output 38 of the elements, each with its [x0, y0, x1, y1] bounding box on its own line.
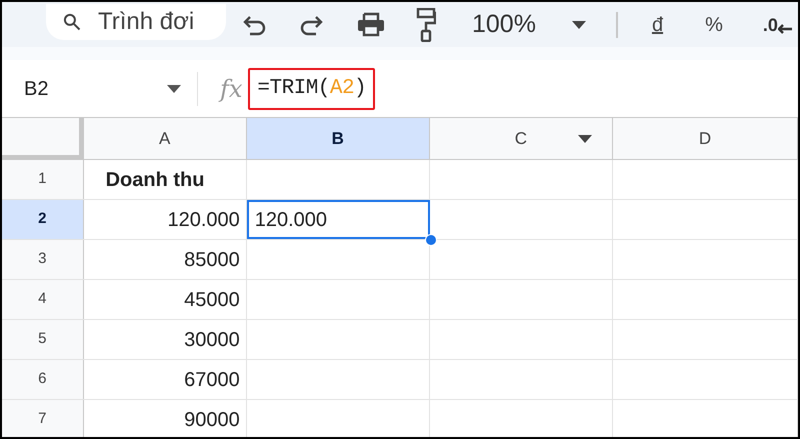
- column-header[interactable]: B: [246, 118, 430, 159]
- row-header[interactable]: 4: [2, 280, 84, 319]
- row-header[interactable]: 1: [2, 160, 84, 199]
- cell-text: 120.000: [167, 208, 240, 232]
- caret-icon[interactable]: [572, 20, 586, 28]
- row-header[interactable]: 5: [2, 320, 84, 359]
- zoom-select[interactable]: 100%: [472, 6, 536, 44]
- row-header[interactable]: 7: [2, 400, 84, 437]
- caret-icon: [167, 84, 181, 92]
- arrow-left-icon: [778, 24, 792, 34]
- name-box[interactable]: B2: [2, 74, 197, 104]
- column-header[interactable]: C: [430, 118, 613, 159]
- row-header[interactable]: 3: [2, 240, 84, 279]
- print-icon[interactable]: [356, 12, 386, 38]
- search-input: Trình đơi: [98, 4, 208, 40]
- fx-label: fx: [220, 74, 242, 104]
- fill-handle[interactable]: [425, 234, 437, 246]
- currency-format-button[interactable]: đ: [652, 10, 664, 40]
- percent-format-button[interactable]: %: [705, 10, 723, 40]
- selected-cell[interactable]: 120.000: [246, 200, 430, 239]
- row-header[interactable]: 2: [2, 200, 84, 239]
- row-header[interactable]: 6: [2, 360, 84, 399]
- redo-icon[interactable]: [298, 14, 324, 36]
- cell-text: 85000: [184, 248, 240, 272]
- column-menu-icon[interactable]: [578, 135, 592, 143]
- undo-icon[interactable]: [242, 14, 268, 36]
- search-icon: [62, 12, 82, 32]
- decrease-decimal-button[interactable]: .0: [762, 16, 792, 34]
- formula-field[interactable]: =TRIM(A2): [248, 68, 376, 110]
- cell-text: 45000: [184, 288, 240, 312]
- cell-text: 30000: [184, 328, 240, 352]
- column-header[interactable]: D: [612, 118, 798, 159]
- cell-text: 67000: [184, 368, 240, 392]
- column-header[interactable]: A: [84, 118, 247, 159]
- search-field[interactable]: Trình đơi: [46, 4, 226, 40]
- cell-text: 90000: [184, 408, 240, 432]
- paint-format-icon[interactable]: [416, 8, 436, 42]
- cell-text: Doanh thu: [106, 168, 204, 192]
